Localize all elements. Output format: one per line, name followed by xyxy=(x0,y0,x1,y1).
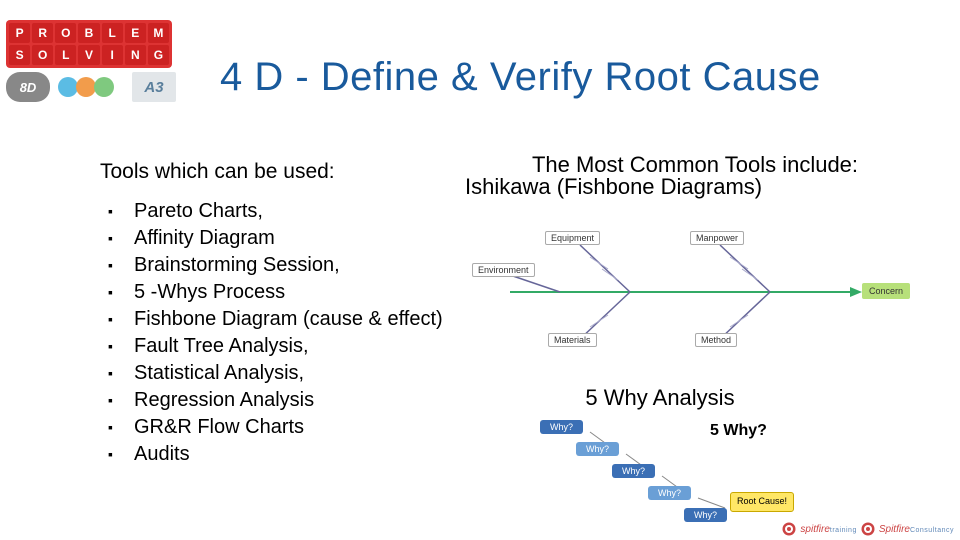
footer-brand: spitfiretraining SpitfireConsultancy xyxy=(782,522,954,536)
fishbone-manpower-label: Manpower xyxy=(690,231,744,245)
tools-lead-text: Tools which can be used: xyxy=(100,160,470,184)
fishbone-concern-label: Concern xyxy=(862,283,910,299)
corner-logo: PROBLEM SOLVING 8D A3 xyxy=(6,20,191,120)
why-step-3: Why? xyxy=(612,464,655,478)
list-item: Brainstorming Session, xyxy=(130,252,470,279)
five-why-diagram: Why? Why? Why? Why? Why? Root Cause! 5 W… xyxy=(540,420,880,530)
fishbone-materials-label: Materials xyxy=(548,333,597,347)
five-why-title: 5 Why Analysis xyxy=(500,385,820,411)
fishbone-diagram: Equipment Manpower Environment Materials… xyxy=(490,235,910,350)
root-cause-label: Root Cause! xyxy=(730,492,794,512)
ishikawa-label: Ishikawa (Fishbone Diagrams) xyxy=(455,175,935,199)
list-item: Pareto Charts, xyxy=(130,198,470,225)
tools-list: Pareto Charts, Affinity Diagram Brainsto… xyxy=(100,198,470,468)
badge-a3: A3 xyxy=(132,72,176,102)
list-item: GR&R Flow Charts xyxy=(130,414,470,441)
list-item: Fishbone Diagram (cause & effect) xyxy=(130,306,470,333)
list-item: 5 -Whys Process xyxy=(130,279,470,306)
spitfire-icon xyxy=(782,522,796,536)
five-why-logo: 5 Why? xyxy=(710,422,767,440)
fishbone-environment-label: Environment xyxy=(472,263,535,277)
list-item: Statistical Analysis, xyxy=(130,360,470,387)
why-step-4: Why? xyxy=(648,486,691,500)
list-item: Affinity Diagram xyxy=(130,225,470,252)
spitfire-icon xyxy=(861,522,875,536)
why-step-1: Why? xyxy=(540,420,583,434)
why-step-5: Why? xyxy=(684,508,727,522)
fishbone-equipment-label: Equipment xyxy=(545,231,600,245)
list-item: Regression Analysis xyxy=(130,387,470,414)
list-item: Fault Tree Analysis, xyxy=(130,333,470,360)
list-item: Audits xyxy=(130,441,470,468)
why-step-2: Why? xyxy=(576,442,619,456)
badge-8d: 8D xyxy=(6,72,50,102)
problem-solving-logo: PROBLEM SOLVING xyxy=(6,20,172,68)
slide-title: 4 D - Define & Verify Root Cause xyxy=(220,55,821,100)
fishbone-method-label: Method xyxy=(695,333,737,347)
pdca-icon xyxy=(56,72,126,102)
